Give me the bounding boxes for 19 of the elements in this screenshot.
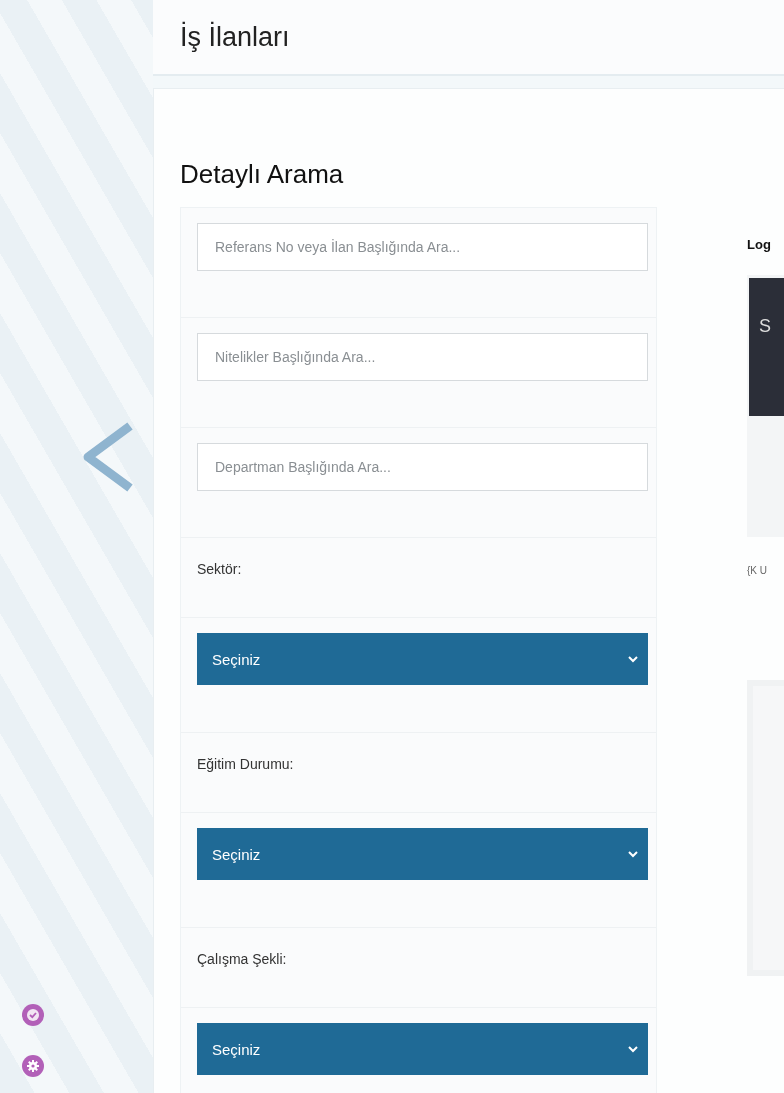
chevron-down-icon: [628, 655, 638, 663]
filter-label: Eğitim Durumu:: [197, 756, 294, 772]
search-field[interactable]: Departman Başlığında Ara...: [197, 443, 648, 491]
caption-text: {K U: [747, 565, 768, 578]
chevron-down-icon: [628, 850, 638, 858]
search-field[interactable]: Referans No veya İlan Başlığında Ara...: [197, 223, 648, 271]
search-field[interactable]: Nitelikler Başlığında Ara...: [197, 333, 648, 381]
check-circle-icon[interactable]: [22, 1004, 44, 1026]
filter-label: Çalışma Şekli:: [197, 951, 287, 967]
section-title: Detaylı Arama: [180, 159, 345, 190]
gear-icon[interactable]: [22, 1055, 44, 1077]
select-dropdown[interactable]: Seçiniz: [197, 633, 648, 685]
select-dropdown[interactable]: Seçiniz: [197, 1023, 648, 1075]
filter-label: Sektör:: [197, 561, 242, 577]
dark-tile: S: [749, 278, 784, 416]
page-title: İş İlanları: [180, 20, 291, 53]
chevron-down-icon: [628, 1045, 638, 1053]
select-dropdown[interactable]: Seçiniz: [197, 828, 648, 880]
listing-heading: Log: [747, 237, 772, 254]
